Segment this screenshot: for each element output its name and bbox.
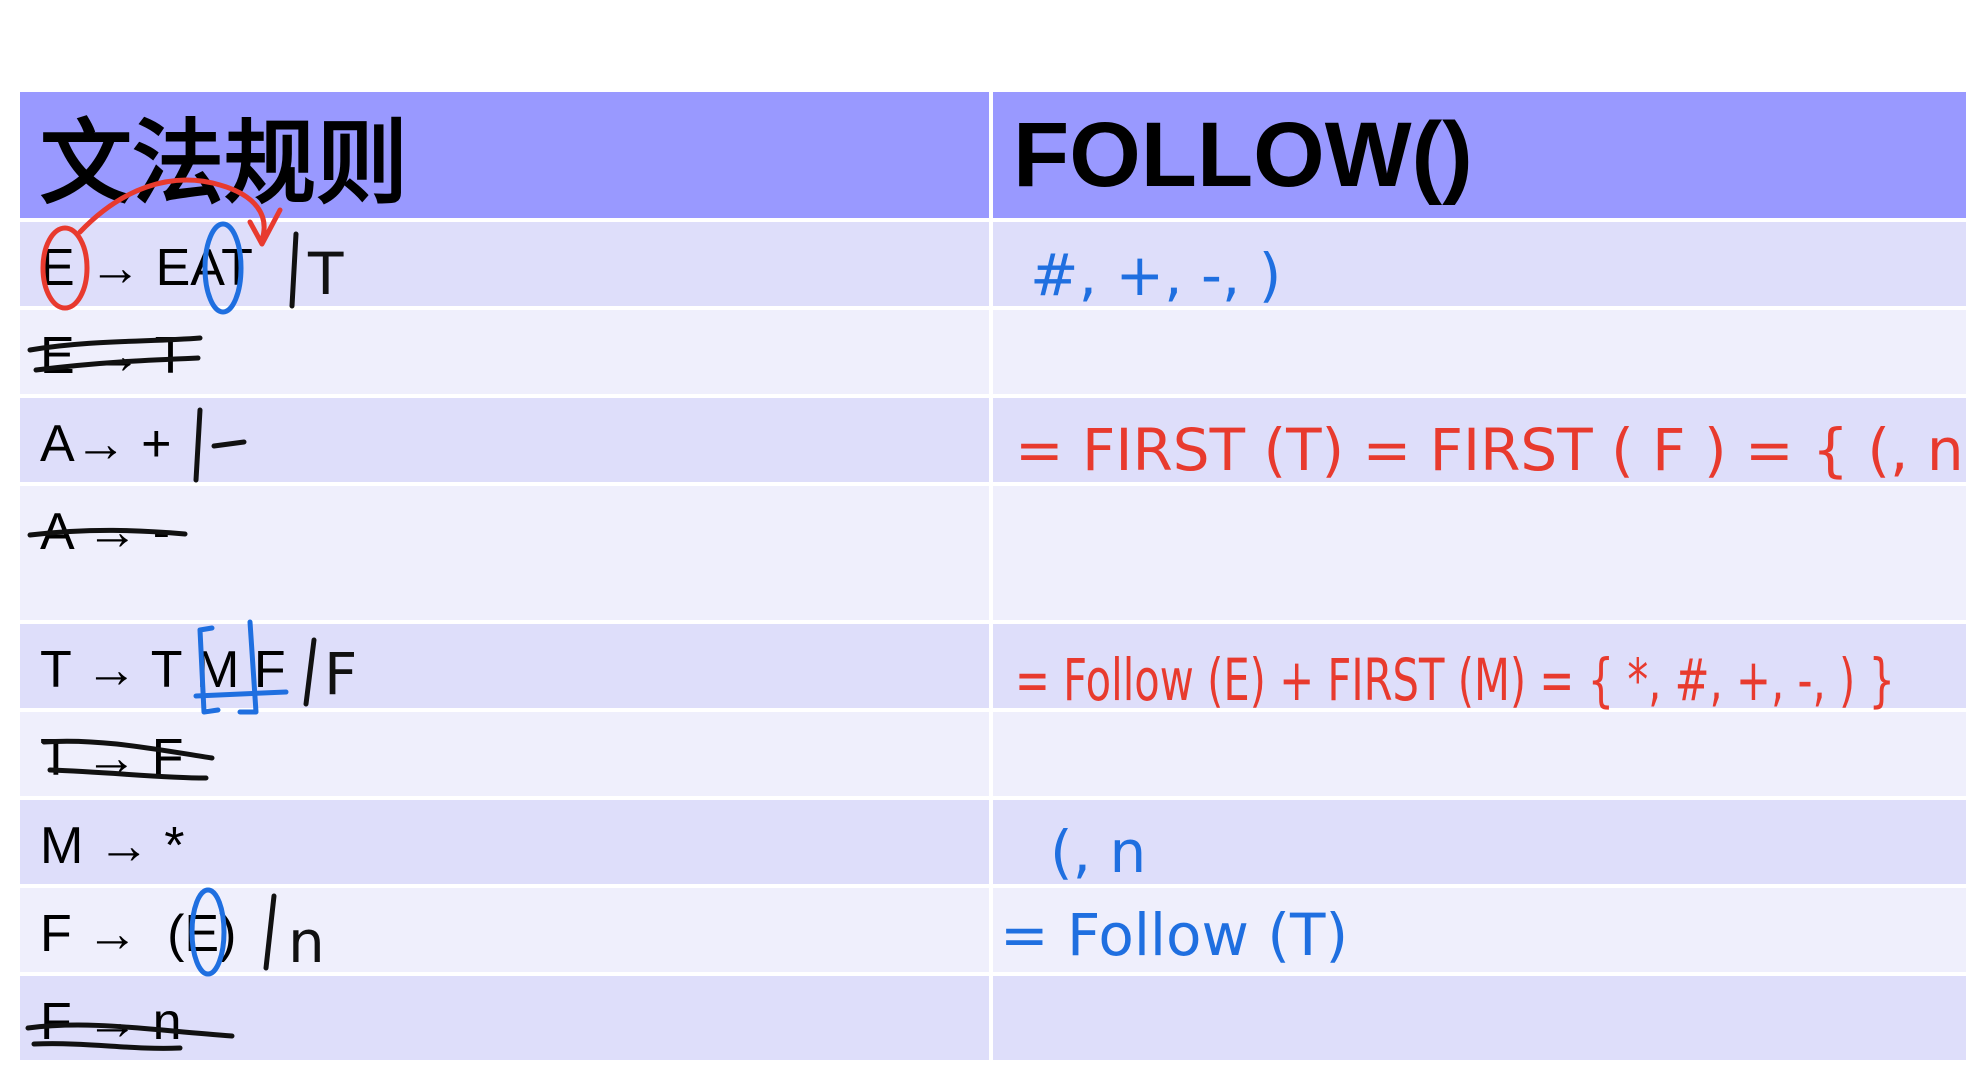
table-row: E → T — [20, 310, 1966, 398]
table-row: M → * — [20, 800, 1966, 888]
rule-text: T → T M F — [40, 641, 286, 699]
table-row: T → F — [20, 712, 1966, 800]
rule-text: M → * — [40, 817, 185, 875]
table-row: F → n — [20, 976, 1966, 1064]
follow-cell — [993, 712, 1966, 800]
table-row: A→ + — [20, 398, 1966, 486]
rule-text: A→ + — [40, 415, 172, 473]
header-grammar-rules: 文法规则 — [20, 92, 993, 222]
rule-text-struck: E → T — [40, 327, 187, 385]
table-row: T → T M F — [20, 624, 1966, 712]
follow-cell — [993, 888, 1966, 976]
rule-text: E → EAT — [40, 239, 253, 297]
follow-cell — [993, 976, 1966, 1064]
table-row: A → - — [20, 486, 1966, 624]
follow-cell — [993, 624, 1966, 712]
follow-cell — [993, 800, 1966, 888]
follow-cell — [993, 222, 1966, 310]
rule-text-struck: F → n — [40, 993, 182, 1051]
grammar-follow-table: 文法规则 FOLLOW() E → EAT E → T A→ + A → - T… — [20, 92, 1966, 1064]
follow-cell — [993, 398, 1966, 486]
rule-text: F → (E) — [40, 905, 237, 963]
follow-cell — [993, 486, 1966, 624]
table-row: F → (E) — [20, 888, 1966, 976]
follow-cell — [993, 310, 1966, 398]
rule-text-struck: T → F — [40, 729, 184, 787]
header-follow: FOLLOW() — [993, 92, 1966, 222]
rule-text-struck: A → - — [40, 503, 171, 561]
table-header-row: 文法规则 FOLLOW() — [20, 92, 1966, 222]
table-row: E → EAT — [20, 222, 1966, 310]
